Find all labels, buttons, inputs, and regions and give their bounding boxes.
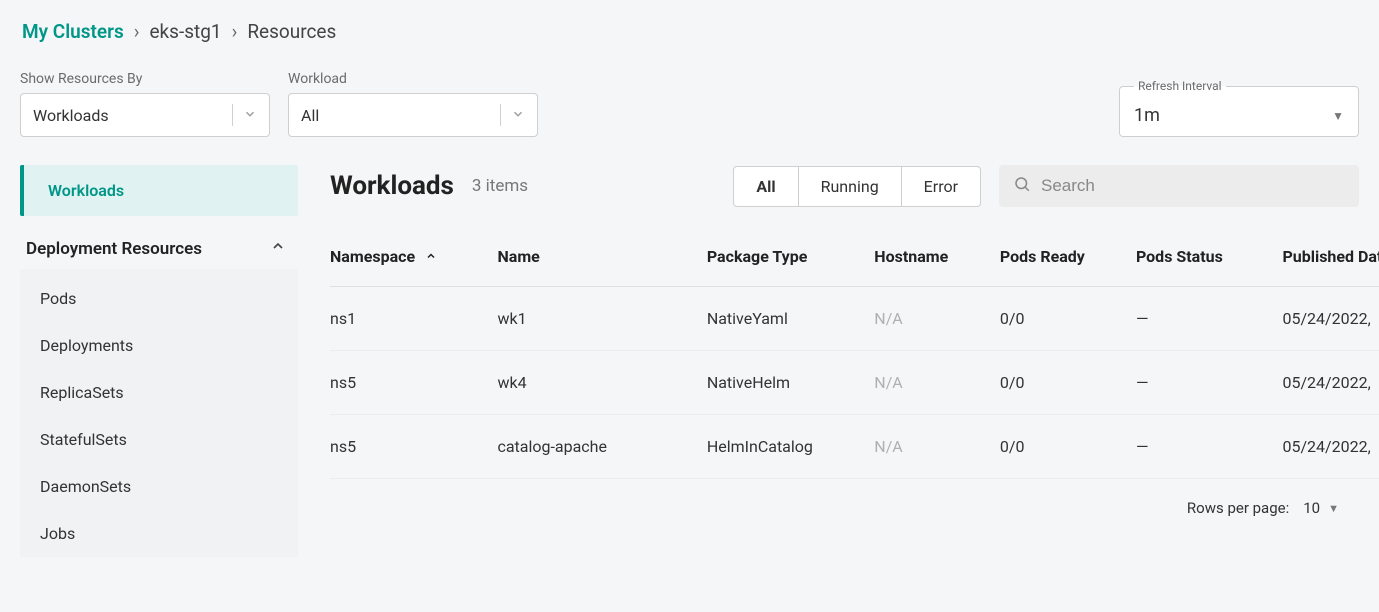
col-header-label: Namespace [330, 247, 415, 266]
col-header-hostname[interactable]: Hostname [874, 233, 1000, 287]
page-title: Workloads [330, 171, 454, 201]
cell-pods-status: — [1136, 287, 1283, 351]
cell-hostname: N/A [874, 287, 1000, 351]
cell-published-date: 05/24/2022, [1282, 415, 1379, 479]
refresh-interval-value: 1m [1134, 105, 1160, 126]
table-row[interactable]: ns1 wk1 NativeYaml N/A 0/0 — 05/24/2022, [330, 287, 1379, 351]
table-row[interactable]: ns5 catalog-apache HelmInCatalog N/A 0/0… [330, 415, 1379, 479]
cell-package-type: NativeYaml [707, 287, 874, 351]
workload-select[interactable]: All [288, 93, 538, 137]
cell-pods-status: — [1136, 415, 1283, 479]
status-filter-tabs: All Running Error [733, 166, 981, 207]
cell-pods-ready: 0/0 [1000, 351, 1136, 415]
cell-name: wk1 [497, 287, 706, 351]
sidebar-item-replicasets[interactable]: ReplicaSets [20, 369, 298, 416]
cell-hostname: N/A [874, 415, 1000, 479]
table-scroll[interactable]: Namespace Name Package Type Hostname Pod… [330, 233, 1379, 527]
cell-published-date: 05/24/2022, [1282, 287, 1379, 351]
workload-value: All [301, 106, 319, 125]
breadcrumb-separator: › [232, 20, 238, 43]
sidebar-section-title: Deployment Resources [26, 239, 202, 259]
sidebar-section-deployment-resources[interactable]: Deployment Resources [20, 216, 298, 269]
sidebar-item-label: Deployments [40, 336, 133, 355]
sidebar-item-label: ReplicaSets [40, 383, 124, 402]
select-divider [232, 104, 233, 126]
cell-namespace: ns5 [330, 415, 497, 479]
sidebar-item-label: Workloads [48, 181, 124, 200]
table-row[interactable]: ns5 wk4 NativeHelm N/A 0/0 — 05/24/2022, [330, 351, 1379, 415]
sidebar: Workloads Deployment Resources Pods Depl… [20, 165, 298, 557]
sidebar-item-workloads[interactable]: Workloads [20, 165, 298, 216]
tab-running[interactable]: Running [799, 167, 902, 206]
sidebar-item-pods[interactable]: Pods [20, 275, 298, 322]
cell-pods-ready: 0/0 [1000, 415, 1136, 479]
search-input[interactable] [1041, 176, 1345, 196]
cell-name: wk4 [497, 351, 706, 415]
sidebar-item-daemonsets[interactable]: DaemonSets [20, 463, 298, 510]
sidebar-item-jobs[interactable]: Jobs [20, 510, 298, 557]
col-header-published-date[interactable]: Published Date [1282, 233, 1379, 287]
cell-name: catalog-apache [497, 415, 706, 479]
rows-per-page-value: 10 [1303, 499, 1320, 517]
cell-namespace: ns5 [330, 351, 497, 415]
show-resources-by-label: Show Resources By [20, 71, 270, 87]
breadcrumb-separator: › [134, 20, 140, 43]
breadcrumb-current: Resources [247, 20, 336, 43]
sidebar-item-statefulsets[interactable]: StatefulSets [20, 416, 298, 463]
tab-all[interactable]: All [734, 167, 798, 206]
workload-label: Workload [288, 71, 538, 87]
breadcrumb: My Clusters › eks-stg1 › Resources [20, 20, 1379, 43]
col-header-pods-status[interactable]: Pods Status [1136, 233, 1283, 287]
sidebar-item-label: Pods [40, 289, 76, 308]
sidebar-item-label: Jobs [40, 524, 75, 543]
cell-package-type: HelmInCatalog [707, 415, 874, 479]
show-resources-by-select[interactable]: Workloads [20, 93, 270, 137]
sort-asc-icon [425, 251, 437, 266]
sidebar-item-label: StatefulSets [40, 430, 127, 449]
refresh-interval-select[interactable]: Refresh Interval 1m ▼ [1119, 79, 1359, 137]
cell-published-date: 05/24/2022, [1282, 351, 1379, 415]
chevron-down-icon [243, 106, 257, 125]
rows-per-page-label: Rows per page: [1187, 499, 1289, 517]
dropdown-icon: ▼ [1328, 502, 1339, 515]
col-header-package-type[interactable]: Package Type [707, 233, 874, 287]
chevron-up-icon [270, 238, 286, 259]
search-box[interactable] [999, 165, 1359, 207]
col-header-name[interactable]: Name [497, 233, 706, 287]
search-icon [1013, 175, 1031, 197]
chevron-down-icon [511, 106, 525, 125]
show-resources-by-value: Workloads [33, 106, 109, 125]
cell-pods-ready: 0/0 [1000, 287, 1136, 351]
cell-namespace: ns1 [330, 287, 497, 351]
sidebar-item-deployments[interactable]: Deployments [20, 322, 298, 369]
dropdown-icon: ▼ [1332, 109, 1344, 123]
workloads-table: Namespace Name Package Type Hostname Pod… [330, 233, 1379, 479]
select-divider [500, 104, 501, 126]
rows-per-page-select[interactable]: 10 ▼ [1303, 499, 1339, 517]
tab-error[interactable]: Error [902, 167, 980, 206]
item-count: 3 items [472, 176, 528, 196]
sidebar-item-label: DaemonSets [40, 477, 131, 496]
cell-pods-status: — [1136, 351, 1283, 415]
breadcrumb-cluster[interactable]: eks-stg1 [149, 20, 221, 43]
cell-hostname: N/A [874, 351, 1000, 415]
col-header-namespace[interactable]: Namespace [330, 233, 497, 287]
refresh-interval-label: Refresh Interval [1134, 79, 1226, 93]
cell-package-type: NativeHelm [707, 351, 874, 415]
breadcrumb-root[interactable]: My Clusters [22, 20, 124, 43]
col-header-pods-ready[interactable]: Pods Ready [1000, 233, 1136, 287]
